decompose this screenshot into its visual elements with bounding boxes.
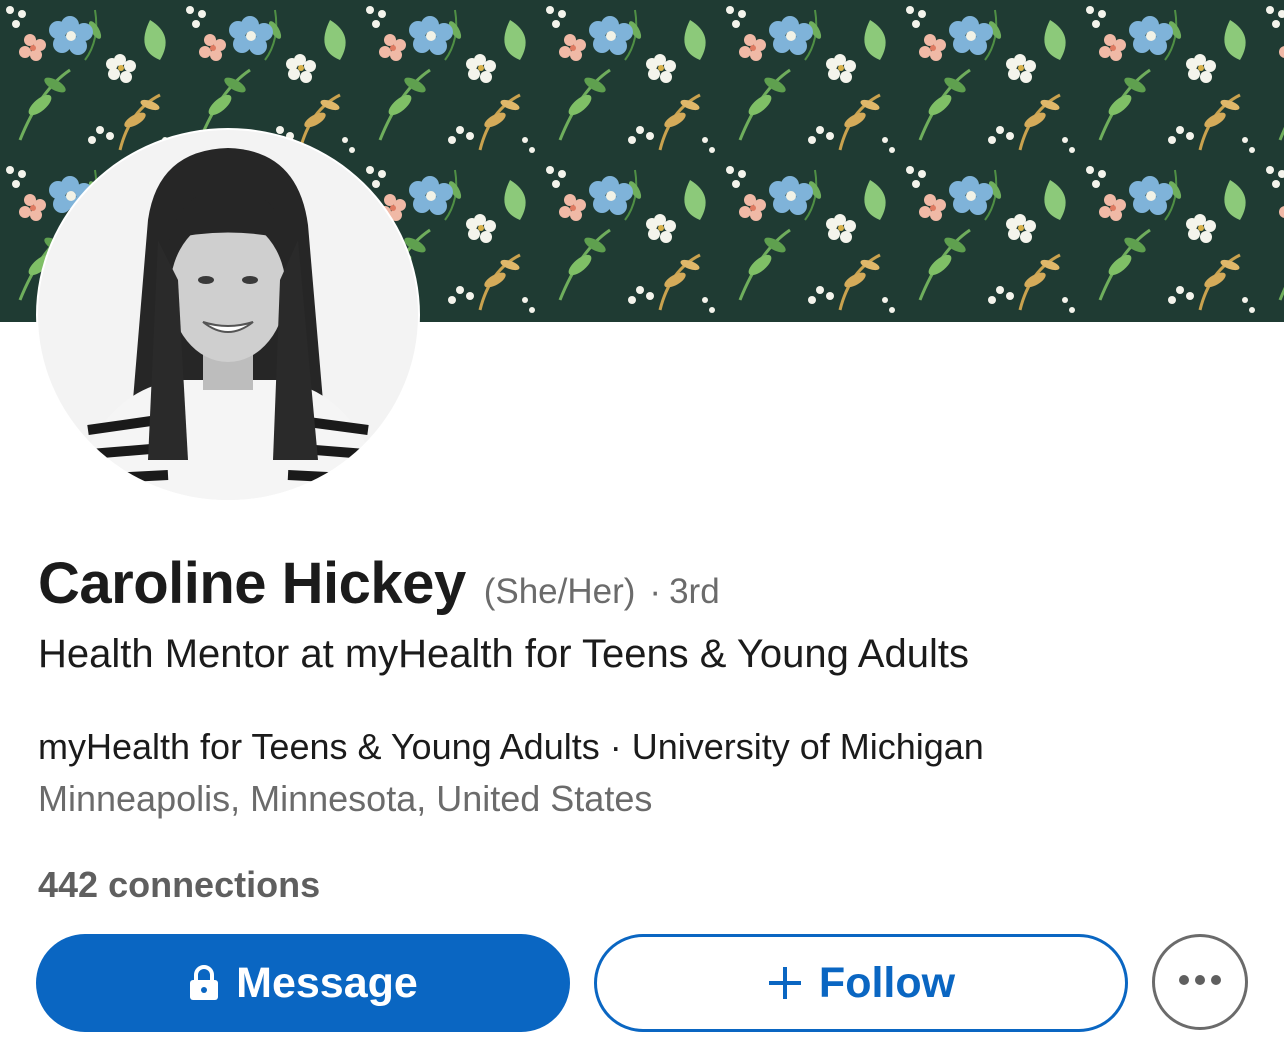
more-options-button[interactable] — [1152, 934, 1248, 1030]
profile-name: Caroline Hickey — [38, 551, 466, 616]
message-button[interactable]: Message — [36, 934, 570, 1032]
profile-location: Minneapolis, Minnesota, United States — [38, 778, 653, 819]
profile-card: Caroline Hickey (She/Her) · 3rd Health M… — [0, 0, 1284, 1063]
profile-workplace[interactable]: myHealth for Teens & Young Adults · Univ… — [38, 726, 984, 768]
lock-icon — [188, 965, 220, 1001]
profile-pronouns: (She/Her) — [483, 572, 636, 611]
degree-separator: · — [649, 572, 662, 611]
connection-degree: 3rd — [669, 572, 720, 611]
more-horizontal-icon — [1178, 973, 1222, 991]
follow-button[interactable]: Follow — [594, 934, 1128, 1032]
message-button-label: Message — [236, 958, 418, 1007]
name-row: Caroline Hickey (She/Her) · 3rd — [38, 550, 720, 617]
follow-button-label: Follow — [818, 958, 956, 1007]
profile-avatar[interactable] — [36, 128, 420, 502]
profile-headline: Health Mentor at myHealth for Teens & Yo… — [38, 632, 969, 676]
plus-icon — [767, 965, 803, 1001]
connections-count[interactable]: 442 connections — [38, 864, 320, 906]
